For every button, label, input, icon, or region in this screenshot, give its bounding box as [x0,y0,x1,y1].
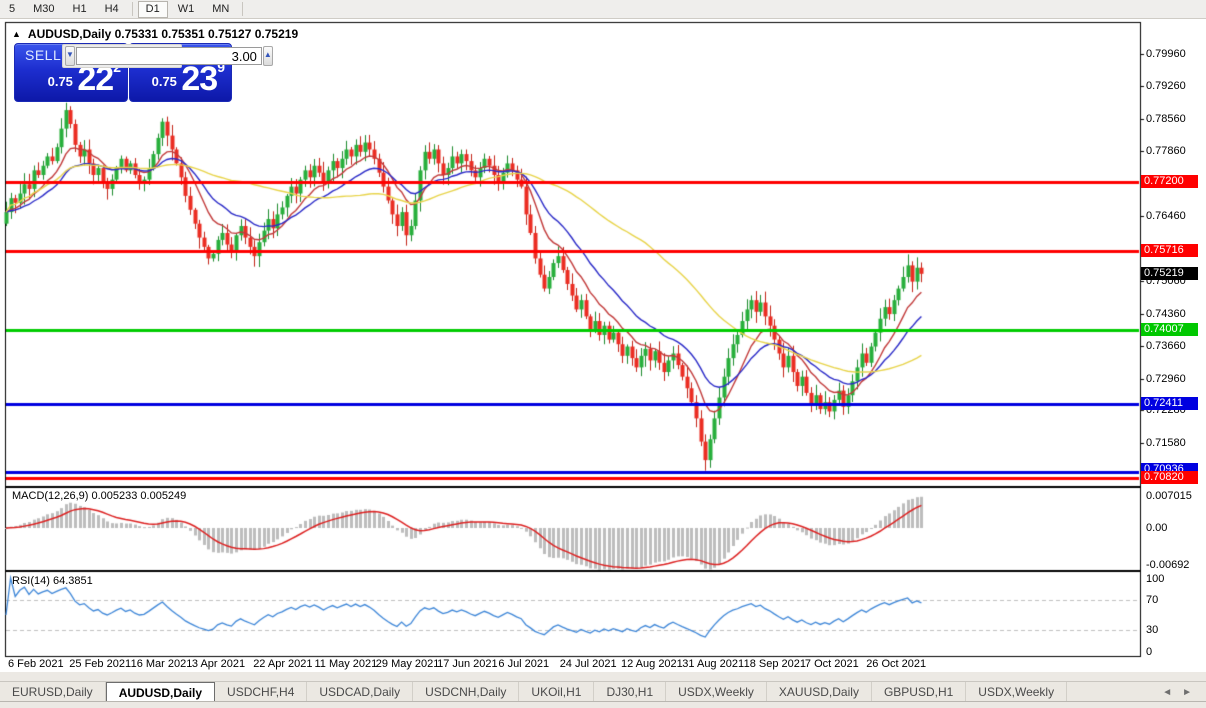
price-level-badge: 0.77200 [1141,174,1198,188]
rsi-label: RSI(14) 64.3851 [12,575,93,587]
price-axis-tick: 0.76460 [1146,210,1186,223]
chart-tab-usdx-weekly[interactable]: USDX,Weekly [666,682,767,702]
collapse-panel-icon[interactable]: ▲ [12,29,21,39]
chart-tab-usdcnh-daily[interactable]: USDCNH,Daily [413,682,520,702]
volume-spinner: ▼ ▲ [62,44,273,68]
timeframe-button-h1[interactable]: H1 [65,1,95,18]
one-click-trade-panel: SELL 0.75 222 BUY 0.75 239 ▼ ▲ [14,43,273,102]
sell-price-small: 0.75 [47,74,73,89]
date-axis-label: 31 Aug 2021 [682,658,745,670]
volume-increase-button[interactable]: ▲ [262,46,273,66]
tab-scroll-left-icon[interactable]: ◄ [1162,687,1172,698]
volume-decrease-button[interactable]: ▼ [65,46,75,66]
price-level-badge: 0.70820 [1141,470,1198,484]
price-level-badge: 0.75716 [1141,243,1198,257]
macd-label: MACD(12,26,9) 0.005233 0.005249 [12,490,187,502]
price-axis-tick: 0.72960 [1146,372,1186,385]
buy-price-small: 0.75 [151,74,177,89]
chart-tab-xauusd-daily[interactable]: XAUUSD,Daily [767,682,872,702]
chart-title: ▲ AUDUSD,Daily 0.75331 0.75351 0.75127 0… [12,27,298,41]
chart-tab-ukoil-h1[interactable]: UKOil,H1 [519,682,595,702]
price-axis-tick: 0.79960 [1146,47,1186,60]
buy-price-big: 23 [181,60,218,98]
date-axis-label: 25 Feb 2021 [69,658,132,670]
timeframe-button-m30[interactable]: M30 [25,1,62,18]
rsi-axis-label: 100 [1146,573,1165,585]
tab-scroll-right-icon[interactable]: ► [1182,687,1192,698]
date-axis-label: 17 Jun 2021 [437,658,498,670]
volume-input[interactable] [75,47,262,65]
price-axis-tick: 0.77860 [1146,145,1186,158]
timeframe-button-5[interactable]: 5 [1,1,23,18]
macd-axis-label: 0.00 [1146,522,1168,534]
chart-tab-usdchf-h4[interactable]: USDCHF,H4 [215,682,308,702]
date-axis-label: 22 Apr 2021 [253,658,313,670]
price-axis-tick: 0.79260 [1146,80,1186,93]
rsi-axis-label: 0 [1146,646,1153,658]
date-axis-label: 3 Apr 2021 [191,658,246,670]
timeframe-button-d1[interactable]: D1 [137,0,168,18]
chart-tab-eurusd-daily[interactable]: EURUSD,Daily [0,682,106,702]
date-axis-label: 6 Jul 2021 [498,658,550,670]
date-axis-label: 11 May 2021 [314,658,378,670]
price-chart[interactable] [0,0,1206,707]
price-axis-tick: 0.73660 [1146,340,1186,353]
date-axis-label: 7 Oct 2021 [804,658,859,670]
toolbar-separator [242,2,244,16]
timeframe-toolbar: 5 M30 H1 H4 D1 W1 MN [0,0,1206,19]
tab-scroll-arrows: ◄ ► [1162,682,1206,702]
chart-tab-usdcad-daily[interactable]: USDCAD,Daily [307,682,414,702]
price-level-badge: 0.74007 [1141,322,1198,336]
macd-axis-label: 0.007015 [1146,490,1192,502]
chart-scroll-strip[interactable] [0,672,1206,681]
date-axis-label: 12 Aug 2021 [621,658,683,670]
price-axis-tick: 0.71580 [1146,436,1186,449]
chart-tab-dj30-h1[interactable]: DJ30,H1 [594,682,667,702]
date-axis-label: 29 May 2021 [375,658,440,670]
chart-tab-audusd-daily[interactable]: AUDUSD,Daily [105,682,216,702]
rsi-axis-label: 70 [1146,594,1159,607]
timeframe-button-w1[interactable]: W1 [170,1,203,18]
chart-tab-gbpusd-h1[interactable]: GBPUSD,H1 [872,682,967,702]
chart-title-text: AUDUSD,Daily 0.75331 0.75351 0.75127 0.7… [27,27,299,41]
timeframe-button-h4[interactable]: H4 [97,1,127,18]
chart-tab-usdx-weekly[interactable]: USDX,Weekly [966,682,1068,702]
price-level-badge: 0.72411 [1141,396,1198,410]
date-axis-label: 16 Mar 2021 [130,658,193,670]
toolbar-separator [131,2,133,16]
date-axis-label: 26 Oct 2021 [866,658,927,670]
price-axis-tick: 0.78560 [1146,112,1186,125]
date-axis-label: 24 Jul 2021 [559,658,617,670]
date-axis-label: 6 Feb 2021 [8,658,64,670]
timeframe-button-mn[interactable]: MN [204,1,237,18]
rsi-axis-label: 30 [1146,623,1159,636]
date-axis-label: 18 Sep 2021 [743,658,806,670]
price-axis-tick: 0.74360 [1146,307,1186,320]
macd-axis-label: -0.00692 [1146,559,1190,571]
chart-tabbar: EURUSD,Daily AUDUSD,Daily USDCHF,H4 USDCAD,… [0,681,1206,702]
price-level-badge: 0.75219 [1141,266,1198,280]
